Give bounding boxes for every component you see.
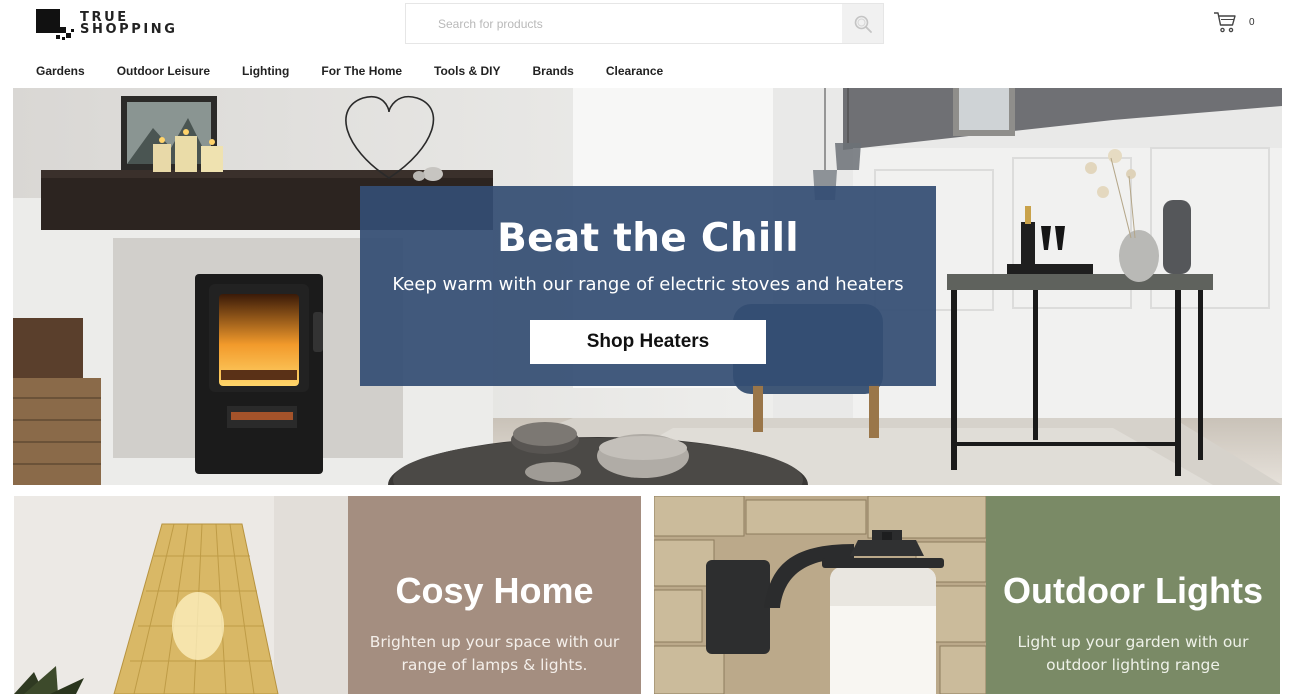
outdoor-lights-subtitle: Light up your garden with our outdoor li… (1017, 633, 1249, 674)
outdoor-lights-panel: Outdoor Lights Light up your garden with… (986, 496, 1280, 694)
nav-item-gardens[interactable]: Gardens (36, 64, 85, 80)
outdoor-lights-image (654, 496, 986, 694)
search-input[interactable] (406, 4, 844, 43)
hero-banner[interactable]: Beat the Chill Keep warm with our range … (13, 88, 1282, 485)
rattan-lamp-image (14, 496, 348, 694)
search-button[interactable] (842, 4, 883, 43)
logo-line-2: SHOPPING (80, 22, 178, 37)
cosy-home-panel: Cosy Home Brighten up your space with ou… (348, 496, 641, 694)
search-icon (854, 15, 872, 33)
hero-promo-panel: Beat the Chill Keep warm with our range … (360, 186, 936, 386)
outdoor-lights-title: Outdoor Lights (1003, 570, 1263, 611)
search-bar (405, 3, 884, 44)
nav-item-brands[interactable]: Brands (532, 64, 573, 80)
promo-tile-cosy-home[interactable]: Cosy Home Brighten up your space with ou… (14, 496, 641, 694)
hero-subtitle: Keep warm with our range of electric sto… (392, 274, 904, 295)
nav-item-lighting[interactable]: Lighting (242, 64, 289, 80)
nav-item-clearance[interactable]: Clearance (606, 64, 663, 80)
nav-item-outdoor-leisure[interactable]: Outdoor Leisure (117, 64, 210, 80)
cosy-home-image (14, 496, 348, 694)
cart-icon (1214, 12, 1236, 33)
cosy-home-title: Cosy Home (395, 570, 594, 611)
site-header: TRUE SHOPPING 0 Gardens Outdoor Leisure … (0, 0, 1291, 88)
nav-item-tools-diy[interactable]: Tools & DIY (434, 64, 500, 80)
wall-lantern-image (654, 496, 986, 694)
shop-heaters-button[interactable]: Shop Heaters (530, 320, 766, 364)
main-nav: Gardens Outdoor Leisure Lighting For The… (36, 64, 695, 80)
logo-mark-icon (36, 9, 74, 40)
cosy-home-subtitle: Brighten up your space with our range of… (369, 633, 620, 674)
nav-item-for-the-home[interactable]: For The Home (321, 64, 402, 80)
hero-title: Beat the Chill (497, 216, 799, 261)
site-logo[interactable]: TRUE SHOPPING (36, 9, 176, 43)
promo-tile-outdoor-lights[interactable]: Outdoor Lights Light up your garden with… (654, 496, 1280, 694)
logo-text: TRUE SHOPPING (80, 11, 178, 37)
cart-button[interactable]: 0 (1213, 10, 1261, 36)
cart-count: 0 (1249, 17, 1255, 28)
